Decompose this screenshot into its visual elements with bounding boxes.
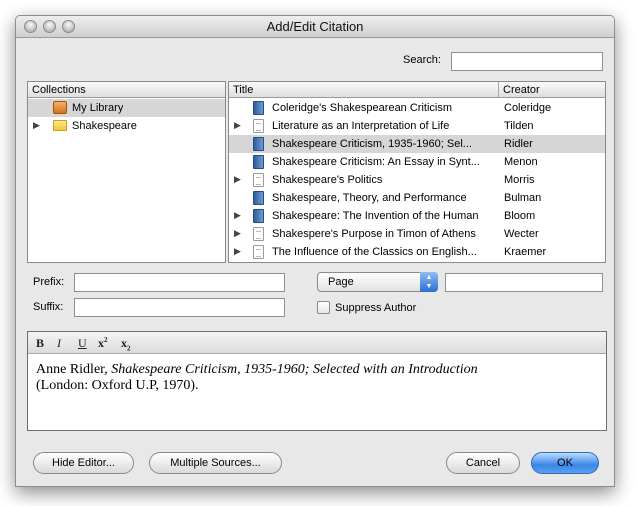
row-creator: Coleridge <box>504 102 552 114</box>
row-creator: Ridler <box>504 138 533 150</box>
citation-editor[interactable]: B I U x2 x2 Anne Ridler, Shakespeare Cri… <box>27 331 607 431</box>
table-row[interactable]: Coleridge's Shakespearean Criticism Cole… <box>229 99 605 117</box>
locator-input[interactable] <box>445 273 603 292</box>
table-row[interactable]: ▶ Shakespeare: The Invention of the Huma… <box>229 207 605 225</box>
citation-dialog: Add/Edit Citation Search: Collections My… <box>15 15 615 487</box>
citation-text[interactable]: Anne Ridler, Shakespeare Criticism, 1935… <box>36 362 598 394</box>
hide-editor-button[interactable]: Hide Editor... <box>33 452 134 474</box>
table-row-selected[interactable]: Shakespeare Criticism, 1935-1960; Sel...… <box>229 135 605 153</box>
collection-label: Shakespeare <box>72 120 137 132</box>
cancel-button[interactable]: Cancel <box>446 452 520 474</box>
bold-button[interactable]: B <box>36 336 44 351</box>
row-title: Shakespeare Criticism, 1935-1960; Sel... <box>272 138 472 150</box>
window-title: Add/Edit Citation <box>266 19 364 34</box>
row-title: Coleridge's Shakespearean Criticism <box>272 102 453 114</box>
citation-publication: (London: Oxford U.P, 1970). <box>36 378 199 393</box>
document-icon <box>253 245 264 259</box>
multiple-sources-button[interactable]: Multiple Sources... <box>149 452 282 474</box>
collection-item-shakespeare[interactable]: ▶ Shakespeare <box>28 117 225 135</box>
table-row[interactable]: ▶ The Influence of the Classics on Engli… <box>229 243 605 261</box>
row-creator: Tilden <box>504 120 534 132</box>
row-creator: Menon <box>504 156 538 168</box>
book-icon <box>253 191 264 205</box>
document-icon <box>253 119 264 133</box>
citation-author: Anne Ridler, <box>36 362 112 377</box>
row-title: The Influence of the Classics on English… <box>272 246 477 258</box>
prefix-label: Prefix: <box>33 276 65 288</box>
search-input[interactable] <box>451 52 603 71</box>
row-title: Shakespere's Purpose in Timon of Athens <box>272 228 476 240</box>
library-icon <box>53 101 67 114</box>
search-label: Search: <box>403 54 441 66</box>
row-title: Shakespeare: The Invention of the Human <box>272 210 479 222</box>
collection-label: My Library <box>72 102 124 114</box>
superscript-mark: 2 <box>104 336 108 344</box>
row-creator: Bloom <box>504 210 536 222</box>
row-creator: Morris <box>504 174 535 186</box>
disclosure-triangle-icon[interactable]: ▶ <box>234 228 241 239</box>
document-icon <box>253 173 264 187</box>
subscript-mark: 2 <box>127 344 131 353</box>
book-icon <box>253 137 264 151</box>
collections-pane: Collections My Library ▶ Shakespeare <box>27 81 226 263</box>
disclosure-triangle-icon[interactable]: ▶ <box>33 120 40 131</box>
creator-column-header[interactable]: Creator <box>499 82 605 98</box>
table-row[interactable]: Shakespeare, Theory, and Performance Bul… <box>229 189 605 207</box>
row-title: Shakespeare, Theory, and Performance <box>272 192 467 204</box>
popup-arrows-icon: ▲ ▼ <box>420 272 438 292</box>
table-row[interactable]: Shakespeare Criticism: An Essay in Synt.… <box>229 153 605 171</box>
suffix-input[interactable] <box>74 298 285 317</box>
disclosure-triangle-icon[interactable]: ▶ <box>234 210 241 221</box>
format-toolbar: B I U x2 x2 <box>28 332 606 354</box>
collection-item-my-library[interactable]: My Library <box>28 99 225 117</box>
ok-button[interactable]: OK <box>531 452 599 474</box>
row-title: Literature as an Interpretation of Life <box>272 120 450 132</box>
suppress-author-checkbox[interactable] <box>317 301 330 314</box>
suffix-label: Suffix: <box>33 301 64 313</box>
book-icon <box>253 101 264 115</box>
disclosure-triangle-icon[interactable]: ▶ <box>234 120 241 131</box>
items-pane: Title Creator Coleridge's Shakespearean … <box>228 81 606 263</box>
title-bar: Add/Edit Citation <box>16 16 614 38</box>
table-row[interactable]: ▶ Shakespeare's Politics Morris <box>229 171 605 189</box>
suppress-author-label[interactable]: Suppress Author <box>335 302 416 314</box>
book-icon <box>253 155 264 169</box>
row-creator: Bulman <box>504 192 542 204</box>
document-icon <box>253 227 264 241</box>
row-creator: Kraemer <box>504 246 547 258</box>
italic-button[interactable]: I <box>57 336 61 351</box>
folder-icon <box>53 120 67 131</box>
superscript-button[interactable]: x2 <box>98 336 108 351</box>
locator-type-value: Page <box>328 276 354 288</box>
disclosure-triangle-icon[interactable]: ▶ <box>234 174 241 185</box>
table-row[interactable]: ▶ Shakespere's Purpose in Timon of Athen… <box>229 225 605 243</box>
subscript-button[interactable]: x2 <box>121 336 131 352</box>
book-icon <box>253 209 264 223</box>
row-title: Shakespeare Criticism: An Essay in Synt.… <box>272 156 480 168</box>
locator-type-popup[interactable]: Page ▲ ▼ <box>317 272 438 292</box>
row-creator: Wecter <box>504 228 539 240</box>
disclosure-triangle-icon[interactable]: ▶ <box>234 246 241 257</box>
collections-header: Collections <box>28 82 225 98</box>
table-row[interactable]: ▶ Literature as an Interpretation of Lif… <box>229 117 605 135</box>
title-column-header[interactable]: Title <box>229 82 499 98</box>
prefix-input[interactable] <box>74 273 285 292</box>
underline-button[interactable]: U <box>78 336 87 351</box>
citation-title: Shakespeare Criticism, 1935-1960; Select… <box>111 362 478 377</box>
row-title: Shakespeare's Politics <box>272 174 383 186</box>
